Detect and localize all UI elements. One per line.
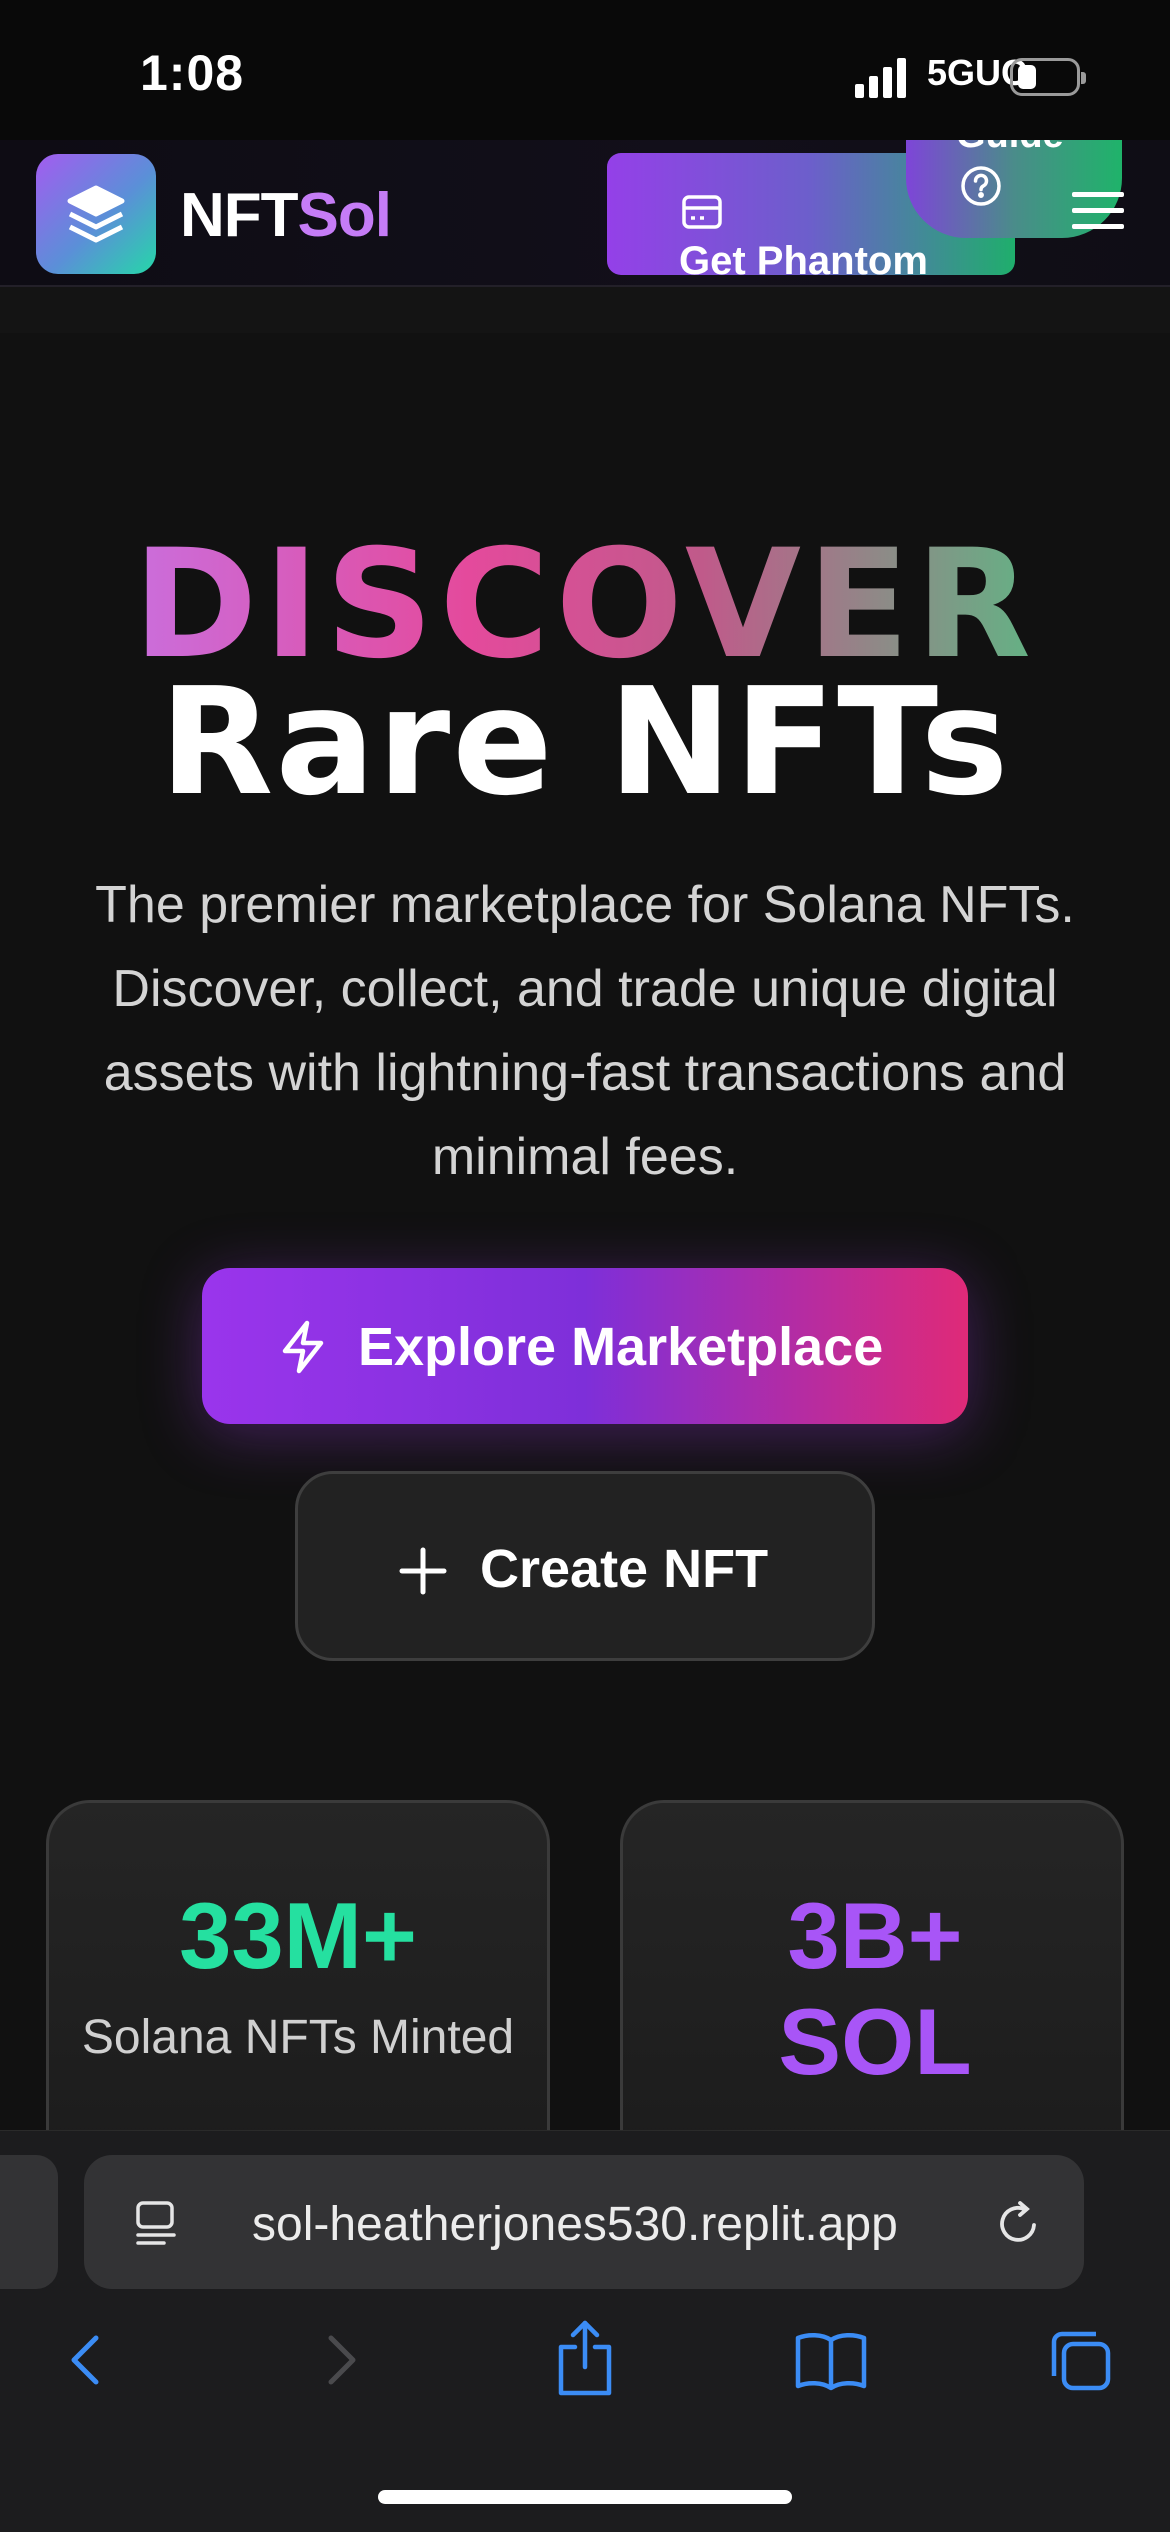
site-header: NFTSol Get Phantom Guide <box>0 140 1170 287</box>
address-bar[interactable]: sol-heatherjones530.replit.app <box>84 2155 1084 2289</box>
hamburger-menu-icon[interactable] <box>1072 192 1124 232</box>
hero-tagline: The premier marketplace for Solana NFTs.… <box>95 876 1075 1186</box>
plus-icon <box>399 1547 447 1595</box>
create-nft-button[interactable]: Create NFT <box>295 1471 875 1661</box>
previous-tab-peek[interactable] <box>0 2155 58 2289</box>
browser-toolbar: sol-heatherjones530.replit.app <box>0 2130 1170 2532</box>
back-icon[interactable] <box>54 2326 122 2394</box>
home-indicator[interactable] <box>378 2490 792 2504</box>
brand-suffix: Sol <box>297 181 392 250</box>
lightning-icon <box>282 1320 324 1374</box>
url-text: sol-heatherjones530.replit.app <box>252 2198 898 2251</box>
guide-label: Guide <box>956 140 1064 157</box>
explore-marketplace-button[interactable]: Explore Marketplace <box>202 1268 968 1424</box>
header-divider-strip <box>0 287 1170 333</box>
stat-value: 33M+ <box>179 1883 417 1988</box>
wallet-card-icon <box>682 195 722 229</box>
share-icon[interactable] <box>551 2319 619 2397</box>
explore-marketplace-label: Explore Marketplace <box>358 1317 884 1377</box>
get-phantom-label: Get Phantom <box>679 239 928 275</box>
bookmarks-icon[interactable] <box>794 2326 868 2394</box>
hero-headline-bottom: Rare NFTs <box>159 656 1011 828</box>
brand-prefix: NFT <box>180 181 299 250</box>
stat-label: Solana NFTs Minted <box>81 2011 515 2064</box>
signal-bars-icon <box>855 58 906 98</box>
status-time: 1:08 <box>140 45 245 101</box>
layers-logo-icon <box>67 185 125 243</box>
status-bar: 1:08 5GUC <box>0 0 1170 140</box>
battery-icon <box>1010 58 1086 96</box>
tabs-icon[interactable] <box>1046 2326 1114 2394</box>
logo[interactable] <box>36 154 156 274</box>
create-nft-label: Create NFT <box>480 1539 769 1599</box>
forward-icon[interactable] <box>305 2326 373 2394</box>
brand-name[interactable]: NFTSol <box>180 180 392 251</box>
stat-value: 3B+ SOL <box>778 1883 972 2094</box>
main-content: DISCOVER Rare NFTs The premier marketpla… <box>0 333 1170 2200</box>
help-circle-icon <box>961 166 1001 206</box>
page-menu-icon[interactable] <box>134 2199 182 2247</box>
reload-icon[interactable] <box>994 2199 1042 2247</box>
